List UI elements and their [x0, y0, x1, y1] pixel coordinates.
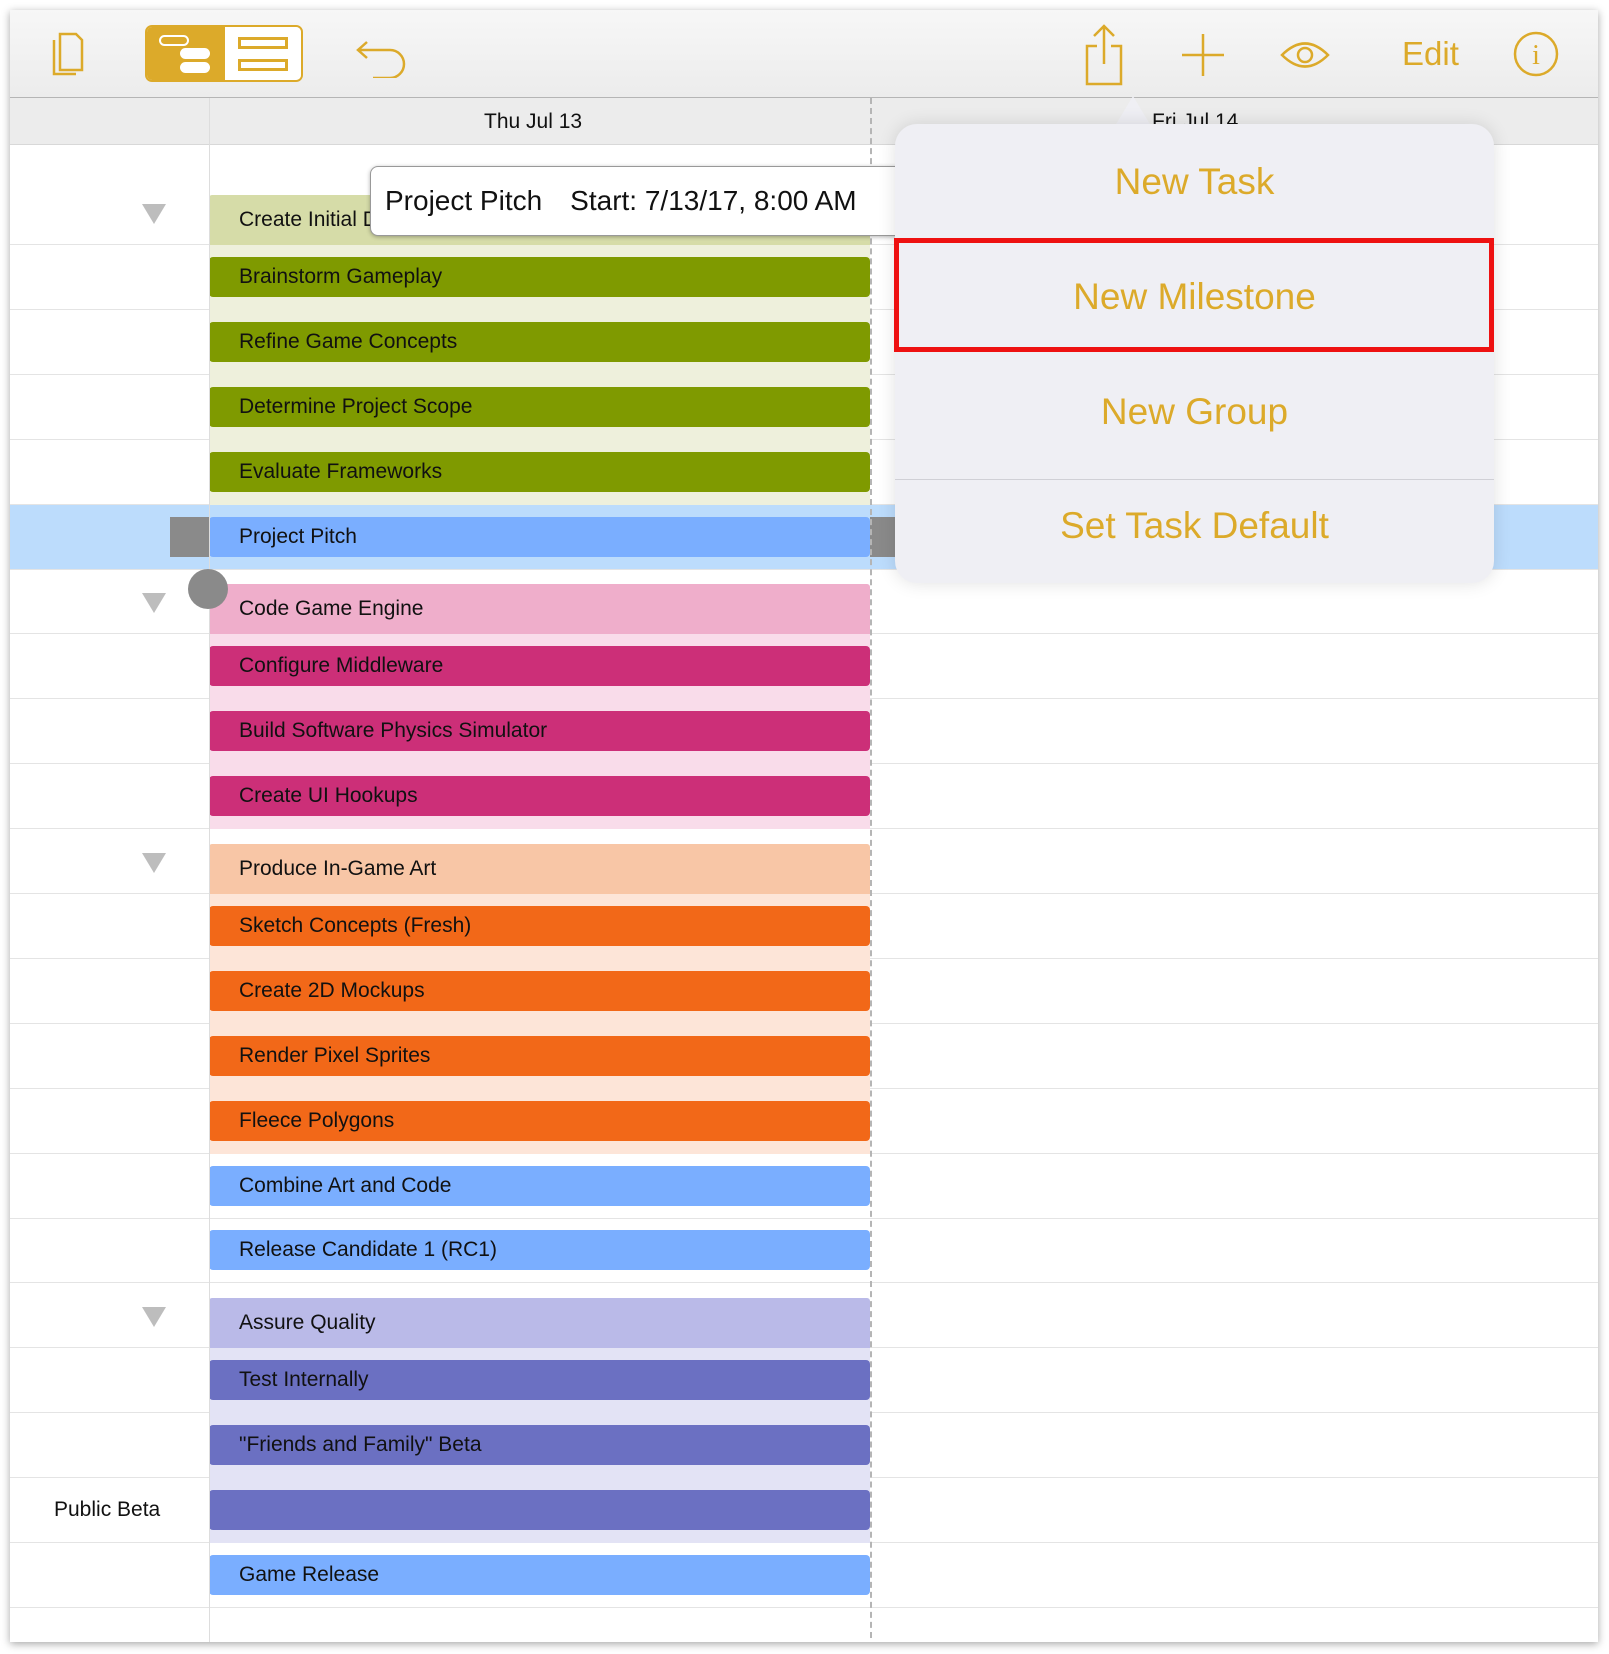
group-bar[interactable]: Produce In-Game Art	[209, 844, 870, 894]
outline-view-icon[interactable]	[147, 27, 225, 80]
gantt-row[interactable]: Combine Art and Code	[10, 1154, 1598, 1219]
gantt-row[interactable]: Produce In-Game Art	[10, 829, 1598, 894]
group-bar[interactable]: Code Game Engine	[209, 584, 870, 635]
task-bar[interactable]: Refine Game Concepts	[209, 321, 870, 362]
gantt-row[interactable]: Create 2D Mockups	[10, 958, 1598, 1024]
gantt-row[interactable]: Public Beta	[10, 1478, 1598, 1543]
task-bar[interactable]: Evaluate Frameworks	[209, 451, 870, 492]
tooltip-start: Start: 7/13/17, 8:00 AM	[570, 185, 857, 216]
task-bar[interactable]: Release Candidate 1 (RC1)	[209, 1230, 870, 1271]
task-bar[interactable]: Configure Middleware	[209, 646, 870, 687]
svg-text:i: i	[1532, 40, 1540, 71]
add-menu-popover: New Task New Milestone New Group Set Tas…	[895, 124, 1494, 583]
gantt-row[interactable]: Fleece Polygons	[10, 1088, 1598, 1154]
gantt-row[interactable]: Sketch Concepts (Fresh)	[10, 893, 1598, 959]
set-task-default-item[interactable]: Set Task Default	[895, 468, 1494, 583]
date-thu: Thu Jul 13	[484, 110, 583, 133]
disclosure-triangle-icon[interactable]	[142, 1307, 166, 1328]
task-bar[interactable]: Sketch Concepts (Fresh)	[209, 905, 870, 946]
gantt-row[interactable]: Assure Quality	[10, 1283, 1598, 1349]
gantt-row[interactable]: Configure Middleware	[10, 634, 1598, 700]
task-bar[interactable]: Create 2D Mockups	[209, 970, 870, 1011]
gantt-row[interactable]: Build Software Physics Simulator	[10, 699, 1598, 765]
task-tooltip: Project Pitch Start: 7/13/17, 8:00 AM	[370, 166, 910, 236]
toolbar: Edit i	[10, 10, 1598, 98]
day-divider	[870, 98, 872, 1642]
app-window: Edit i Thu Jul 13 Fri Jul 14 Create Init…	[10, 10, 1598, 1642]
gantt-row[interactable]: Create UI Hookups	[10, 764, 1598, 830]
disclosure-triangle-icon[interactable]	[142, 204, 166, 224]
new-task-item[interactable]: New Task	[895, 124, 1494, 239]
task-bar[interactable]: Fleece Polygons	[209, 1100, 870, 1141]
edit-button[interactable]: Edit	[1402, 35, 1459, 73]
popover-arrow	[1115, 96, 1151, 126]
view-segmented-control	[145, 25, 303, 82]
task-bar[interactable]	[209, 1490, 870, 1530]
network-view-icon[interactable]	[225, 27, 301, 80]
info-icon[interactable]: i	[1512, 30, 1560, 78]
task-bar[interactable]: Determine Project Scope	[209, 386, 870, 427]
column-divider	[209, 98, 210, 1642]
task-bar[interactable]: Render Pixel Sprites	[209, 1035, 870, 1076]
gantt-row[interactable]: Release Candidate 1 (RC1)	[10, 1218, 1598, 1284]
tooltip-title: Project Pitch	[385, 185, 543, 216]
group-bar[interactable]: Assure Quality	[209, 1298, 870, 1349]
gantt-row[interactable]: Test Internally	[10, 1348, 1598, 1414]
new-group-item[interactable]: New Group	[895, 354, 1494, 469]
task-bar[interactable]: Project Pitch	[209, 516, 870, 557]
share-icon[interactable]	[1083, 24, 1125, 86]
row-title: Public Beta	[54, 1498, 161, 1521]
task-bar[interactable]: Game Release	[209, 1554, 870, 1595]
task-bar[interactable]: Combine Art and Code	[209, 1165, 870, 1206]
documents-icon[interactable]	[48, 28, 92, 78]
task-bar[interactable]: Create UI Hookups	[209, 776, 870, 817]
task-bar[interactable]: Brainstorm Gameplay	[209, 256, 870, 297]
dependency-knob-icon[interactable]	[188, 568, 228, 609]
gantt-row[interactable]: Game Release	[10, 1543, 1598, 1608]
task-bar[interactable]: "Friends and Family" Beta	[209, 1425, 870, 1466]
gantt-row[interactable]: "Friends and Family" Beta	[10, 1413, 1598, 1479]
add-icon[interactable]	[1180, 32, 1226, 78]
task-bar[interactable]: Build Software Physics Simulator	[209, 711, 870, 752]
task-bar[interactable]: Test Internally	[209, 1360, 870, 1401]
highlight-box	[894, 238, 1494, 352]
disclosure-triangle-icon[interactable]	[142, 853, 166, 873]
disclosure-triangle-icon[interactable]	[142, 593, 166, 614]
gantt-row[interactable]: Render Pixel Sprites	[10, 1023, 1598, 1089]
eye-icon[interactable]	[1280, 40, 1330, 70]
undo-icon[interactable]	[355, 38, 411, 78]
start-handle[interactable]	[170, 516, 210, 557]
